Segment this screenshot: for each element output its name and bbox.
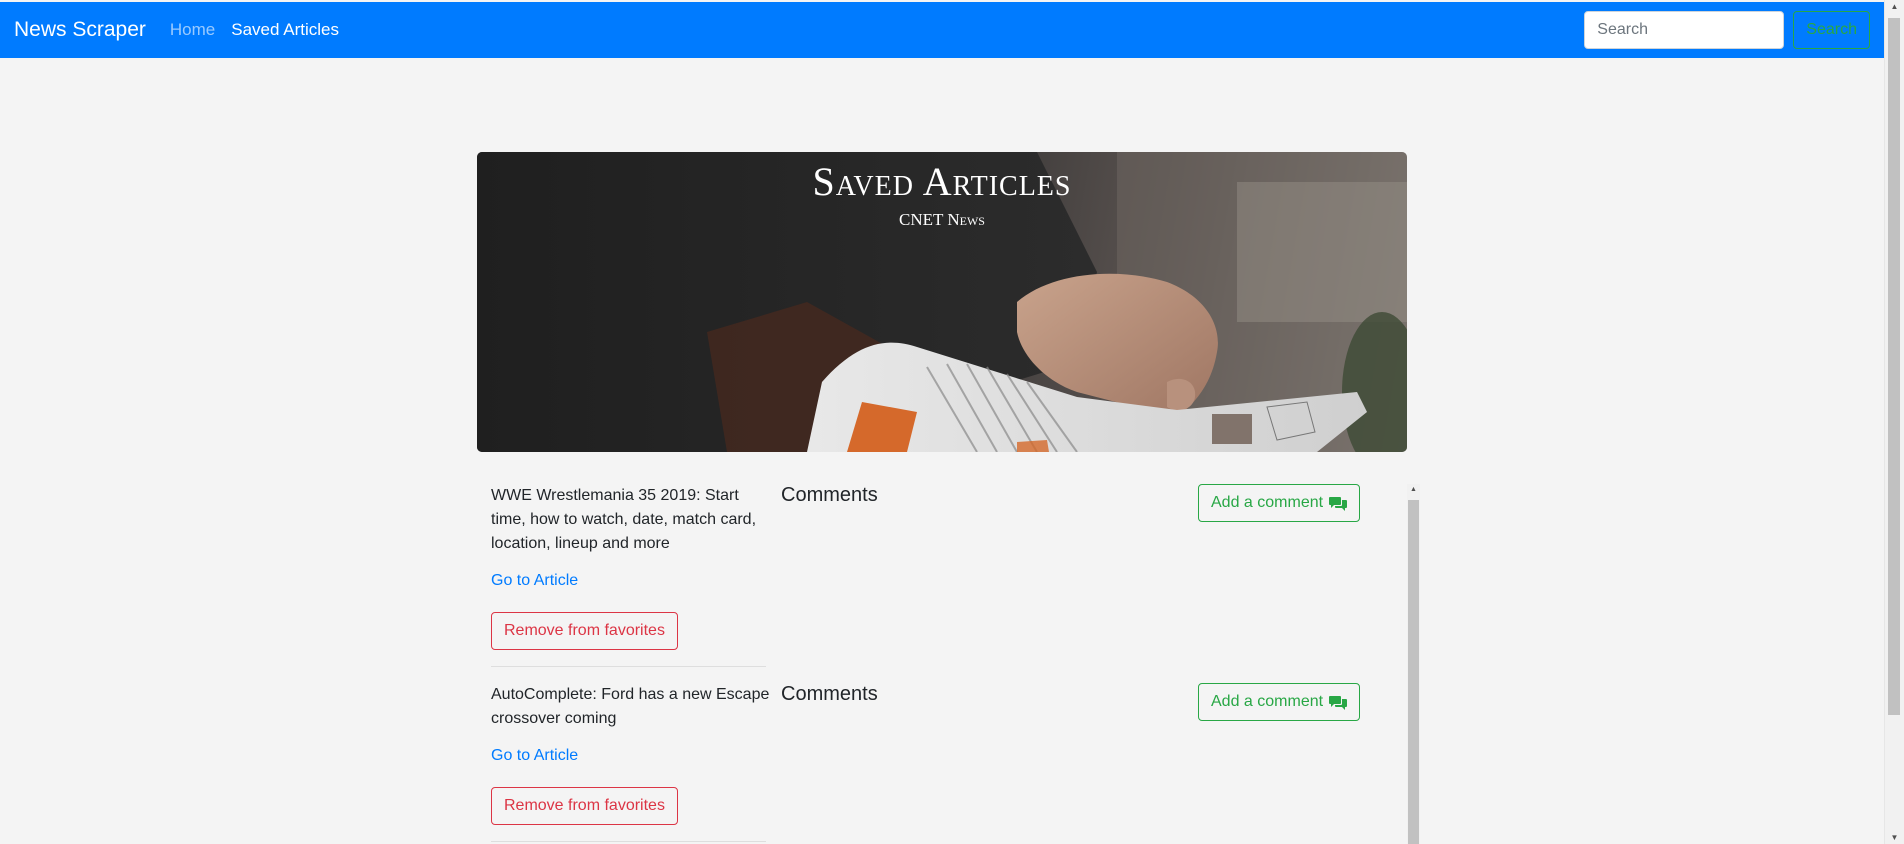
remove-from-favorites-button[interactable]: Remove from favorites [491,612,678,650]
add-comment-label: Add a comment [1211,693,1324,710]
brand-link[interactable]: News Scraper [14,18,146,42]
hero-subtitle: CNET News [899,210,985,229]
window-scrollbar-thumb[interactable] [1888,18,1900,715]
scroll-up-arrow-icon[interactable]: ▲ [1407,486,1420,493]
go-to-article-link[interactable]: Go to Article [491,572,771,590]
add-comment-label: Add a comment [1211,494,1324,511]
article-card: AutoComplete: Ford has a new Escape cros… [477,683,1427,844]
articles-scrollbar[interactable]: ▲ [1407,484,1420,844]
add-comment-button[interactable]: Add a comment [1198,484,1361,522]
search-input[interactable] [1584,11,1785,49]
window-scroll-up-arrow-icon[interactable]: ▲ [1885,2,1904,11]
go-to-article-link[interactable]: Go to Article [491,747,771,765]
hero-banner: Saved Articles CNET News [477,152,1407,452]
article-info: AutoComplete: Ford has a new Escape cros… [491,683,771,825]
comments-heading: Comments [781,683,878,705]
navbar: News Scraper Home Saved Articles Search [0,2,1884,58]
article-title: WWE Wrestlemania 35 2019: Start time, ho… [491,487,757,552]
articles-scrollbar-thumb[interactable] [1408,500,1419,844]
comments-icon [1329,695,1348,710]
hero-title: Saved Articles [812,159,1072,204]
article-card: WWE Wrestlemania 35 2019: Start time, ho… [477,484,1427,683]
article-divider [491,666,766,667]
article-divider [491,841,766,842]
nav-link-saved-articles[interactable]: Saved Articles [231,20,339,40]
window-scroll-down-arrow-icon[interactable]: ▼ [1885,833,1904,842]
article-title: AutoComplete: Ford has a new Escape cros… [491,686,770,727]
remove-from-favorites-button[interactable]: Remove from favorites [491,787,678,825]
nav-link-home[interactable]: Home [170,20,215,40]
comments-icon [1329,496,1348,511]
window-scrollbar[interactable]: ▲ ▼ [1884,0,1904,844]
article-info: WWE Wrestlemania 35 2019: Start time, ho… [491,484,771,650]
add-comment-button[interactable]: Add a comment [1198,683,1361,721]
search-button[interactable]: Search [1793,11,1870,49]
comments-heading: Comments [781,484,878,506]
saved-articles-list[interactable]: WWE Wrestlemania 35 2019: Start time, ho… [477,484,1427,844]
